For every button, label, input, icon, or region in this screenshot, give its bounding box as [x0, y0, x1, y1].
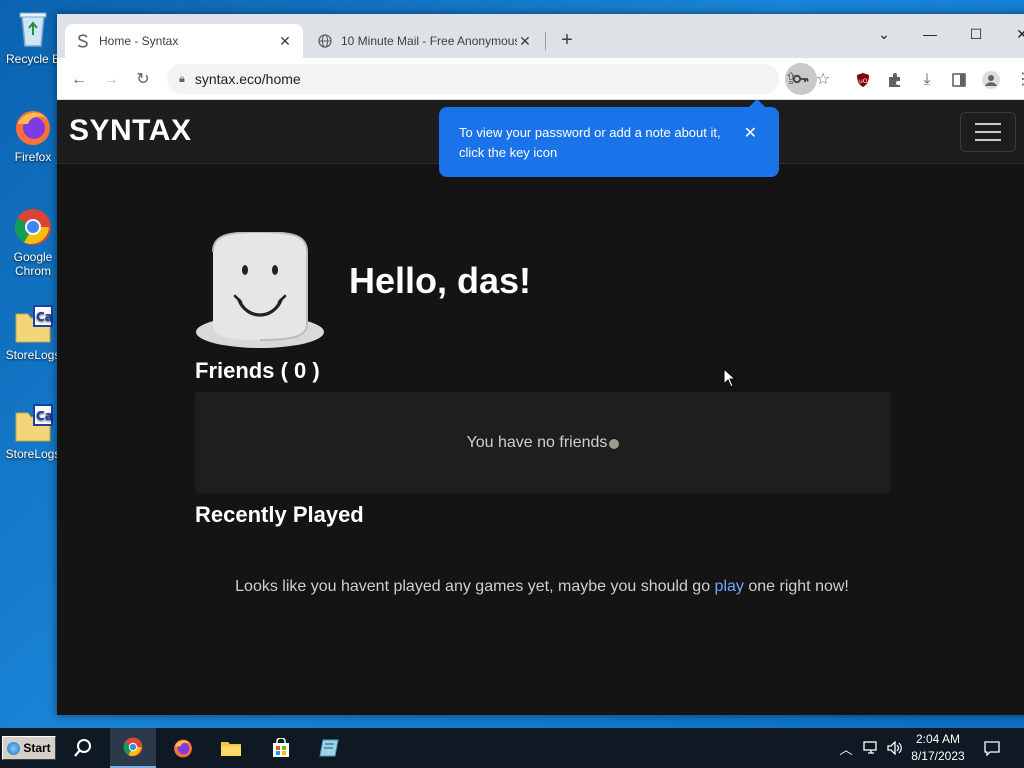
new-tab-button[interactable]: + [555, 28, 579, 52]
recycle-bin-icon [12, 8, 54, 50]
forward-arrow-icon[interactable]: → [97, 66, 125, 94]
play-link[interactable]: play [715, 578, 744, 595]
recent-empty-text-after: one right now! [743, 578, 849, 595]
chrome-icon [12, 206, 54, 248]
close-tab-icon[interactable]: ✕ [277, 33, 293, 50]
svg-text:Ca: Ca [36, 310, 53, 324]
desktop-icon-storelogs-2[interactable]: Ca StoreLogs [2, 403, 64, 461]
desktop-icon-storelogs-1[interactable]: Ca StoreLogs [2, 304, 64, 362]
svg-text:Ca: Ca [36, 409, 53, 423]
address-bar[interactable]: 🔒︎ syntax.eco/home [167, 63, 817, 95]
maximize-button[interactable]: ☐ [953, 20, 999, 48]
taskbar-store-icon[interactable] [258, 728, 304, 768]
desktop-icon-firefox[interactable]: Firefox [2, 106, 64, 164]
recent-empty-text-before: Looks like you havent played any games y… [235, 578, 715, 595]
tab-search-chevron-icon[interactable]: ⌄ [861, 20, 907, 48]
close-tab-icon[interactable]: ✕ [517, 33, 533, 50]
browser-toolbar: ← → ↻ 🔒︎ syntax.eco/home ⇪ ☆ uO ⤓ ⋮ [57, 58, 1024, 100]
recently-played-heading: Recently Played [195, 502, 364, 527]
tab-strip: Home - Syntax ✕ 10 Minute Mail - Free An… [57, 14, 1024, 58]
avatar [195, 230, 325, 350]
chrome-menu-icon[interactable]: ⋮ [1009, 66, 1024, 94]
notifications-icon[interactable] [980, 728, 1004, 768]
friends-panel: You have no friends [195, 392, 891, 493]
minimize-button[interactable]: — [907, 20, 953, 48]
friends-empty-message: You have no friends [467, 434, 620, 452]
desktop-icon-label: StoreLogs [5, 348, 61, 362]
desktop-icon-label: Firefox [14, 150, 52, 164]
syntax-page: SYNTAX Hello, das! Friends (0) You hav… [57, 100, 1024, 715]
url-text: syntax.eco/home [194, 71, 301, 87]
volume-icon[interactable] [884, 728, 906, 768]
hamburger-line [975, 123, 1001, 125]
search-icon[interactable] [60, 728, 106, 768]
bookmark-star-icon[interactable]: ☆ [809, 66, 837, 94]
tray-chevron-up-icon[interactable]: ︿ [836, 728, 856, 768]
start-button[interactable]: Start [2, 736, 56, 760]
reload-icon[interactable]: ↻ [129, 66, 157, 94]
taskbar: Start ︿ 2:04 AM 8/17/2023 [0, 728, 1024, 768]
desktop-icon-label: Google Chrom [13, 250, 53, 278]
hamburger-line [975, 139, 1001, 141]
recently-played-empty-message: Looks like you havent played any games y… [57, 578, 1024, 596]
back-arrow-icon[interactable]: ← [65, 66, 93, 94]
taskbar-chrome-icon[interactable] [110, 728, 156, 768]
tab-10-minute-mail[interactable]: 10 Minute Mail - Free Anonymous ✕ [307, 24, 543, 58]
clock-time: 2:04 AM [915, 732, 961, 746]
syntax-s-icon [75, 33, 91, 49]
globe-icon [317, 33, 333, 49]
extensions-puzzle-icon[interactable] [881, 66, 909, 94]
tab-separator [545, 32, 546, 50]
start-label: Start [23, 741, 51, 755]
tab-title: 10 Minute Mail - Free Anonymous [341, 34, 517, 48]
close-tooltip-icon[interactable]: ✕ [744, 124, 757, 144]
site-brand-logo[interactable]: SYNTAX [69, 114, 191, 148]
desktop: Recycle B Firefox Google Chrom Ca StoreL… [0, 0, 1024, 728]
profile-avatar-icon[interactable] [977, 66, 1005, 94]
firefox-icon [12, 106, 54, 148]
desktop-icon-recycle-bin[interactable]: Recycle B [2, 8, 64, 66]
taskbar-firefox-icon[interactable] [160, 728, 206, 768]
windows-orb-icon [7, 741, 21, 755]
friends-empty-text: You have no friends [466, 433, 608, 451]
tooltip-text: To view your password or add a note abou… [459, 125, 721, 160]
hamburger-menu-button[interactable] [960, 112, 1016, 152]
side-panel-icon[interactable] [945, 66, 973, 94]
desktop-icon-label: StoreLogs [5, 447, 61, 461]
password-key-tooltip: To view your password or add a note abou… [439, 100, 779, 177]
hamburger-line [975, 131, 1001, 133]
tab-home-syntax[interactable]: Home - Syntax ✕ [65, 24, 303, 58]
taskbar-clock[interactable]: 2:04 AM 8/17/2023 [906, 731, 970, 765]
storelogs-icon: Ca [12, 403, 54, 445]
clock-date: 8/17/2023 [911, 749, 965, 763]
network-icon[interactable] [860, 728, 882, 768]
svg-text:uO: uO [859, 78, 868, 85]
lock-icon: 🔒︎ [179, 72, 185, 85]
share-icon[interactable]: ⇪ [777, 66, 805, 94]
taskbar-file-explorer-icon[interactable] [208, 728, 254, 768]
desktop-icon-google-chrome[interactable]: Google Chrom [2, 206, 64, 278]
friends-heading: Friends ( 0 ) [195, 358, 320, 383]
desktop-icon-label: Recycle B [5, 52, 61, 66]
taskbar-app-icon[interactable] [306, 728, 352, 768]
tab-title: Home - Syntax [99, 34, 179, 48]
download-icon[interactable]: ⤓ [913, 66, 941, 94]
storelogs-icon: Ca [12, 304, 54, 346]
mouse-pointer-icon [723, 367, 737, 388]
greeting-heading: Hello, das! [349, 260, 532, 301]
ublock-icon[interactable]: uO [849, 66, 877, 94]
close-window-button[interactable]: ✕ [999, 20, 1024, 48]
skull-emoji-icon [609, 438, 620, 449]
chrome-window: Home - Syntax ✕ 10 Minute Mail - Free An… [57, 14, 1024, 715]
